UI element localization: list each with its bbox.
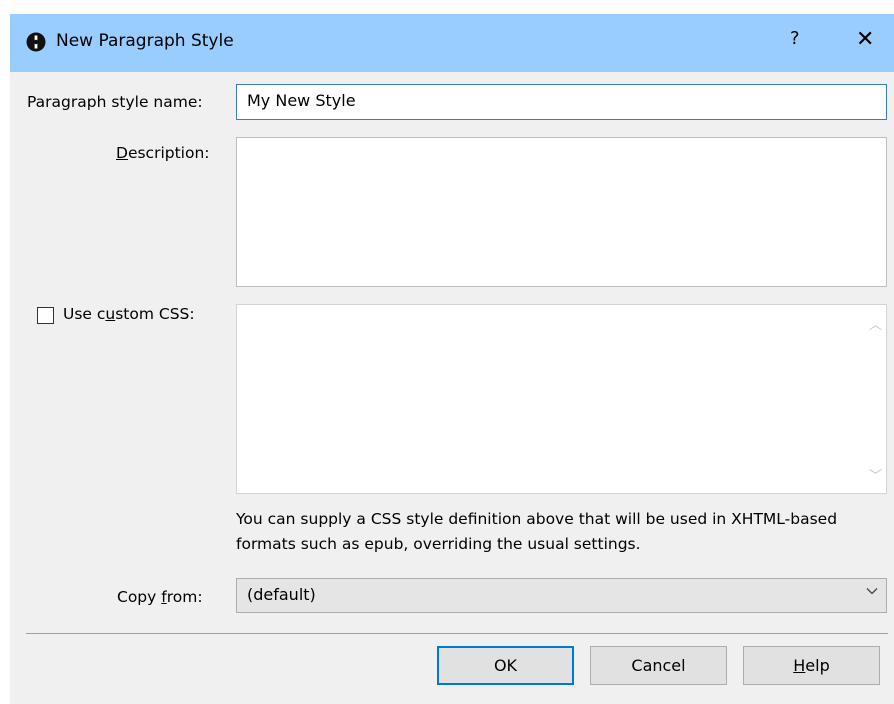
app-logo-icon: [26, 32, 46, 52]
paragraph-style-name-input[interactable]: My New Style: [236, 84, 887, 120]
copy-from-select[interactable]: (default): [236, 578, 887, 613]
chevron-down-icon: [866, 588, 878, 595]
use-custom-css-checkbox[interactable]: [37, 307, 54, 324]
scroll-up-arrow-icon[interactable]: ︿: [869, 314, 882, 333]
window-title: New Paragraph Style: [56, 31, 234, 51]
copy-from-label: Copy from:: [117, 588, 203, 606]
separator: [26, 633, 888, 634]
scroll-down-arrow-icon[interactable]: ﹀: [869, 465, 882, 484]
close-button[interactable]: ✕: [856, 27, 874, 52]
cancel-button[interactable]: Cancel: [590, 646, 727, 685]
description-textarea[interactable]: [236, 137, 887, 287]
use-custom-css-label[interactable]: Use custom CSS:: [63, 305, 195, 323]
description-label: Description:: [116, 144, 210, 162]
custom-css-textarea[interactable]: ︿ ﹀: [236, 304, 887, 494]
css-help-note: You can supply a CSS style definition ab…: [236, 510, 838, 553]
ok-button[interactable]: OK: [437, 646, 574, 685]
custom-css-scrollbar[interactable]: ︿ ﹀: [866, 306, 885, 492]
paragraph-style-name-value: My New Style: [247, 91, 356, 110]
context-help-button[interactable]: ?: [790, 28, 800, 49]
title-bar: New Paragraph Style ? ✕: [10, 14, 894, 72]
help-button[interactable]: Help: [743, 646, 880, 685]
paragraph-style-name-label: Paragraph style name:: [27, 93, 203, 111]
copy-from-value: (default): [247, 585, 316, 604]
